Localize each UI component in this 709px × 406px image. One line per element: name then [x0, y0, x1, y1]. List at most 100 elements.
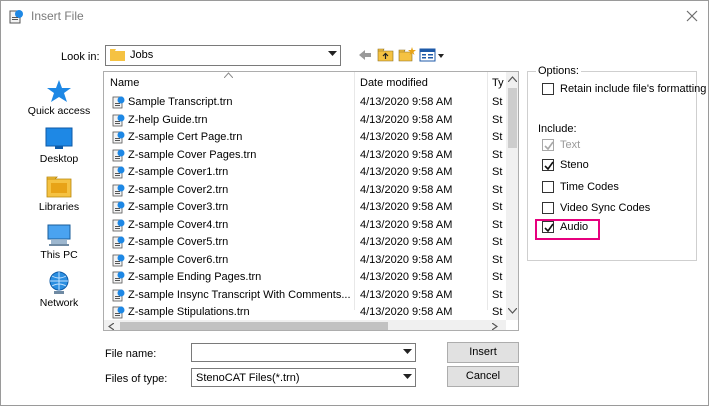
scroll-up-icon[interactable] [508, 76, 517, 82]
file-row[interactable]: Z-sample Cover2.trn 4/13/2020 9:58 AM St [104, 182, 506, 200]
file-name: Z-sample Cover3.trn [128, 201, 229, 213]
place-desktop[interactable]: Desktop [21, 127, 97, 165]
transcript-file-icon [112, 201, 125, 214]
transcript-file-icon [112, 96, 125, 109]
libraries-icon [46, 176, 72, 198]
file-row[interactable]: Z-sample Stipulations.trn 4/13/2020 9:58 … [104, 304, 506, 320]
close-icon[interactable] [683, 7, 701, 25]
insert-file-dialog: Insert File Look in: Jobs Quick access D… [0, 0, 709, 406]
scroll-down-icon[interactable] [508, 308, 517, 314]
steno-label: Steno [560, 159, 589, 171]
transcript-file-icon [112, 166, 125, 179]
look-in-value: Jobs [130, 49, 154, 61]
column-header-date[interactable]: Date modified [360, 72, 428, 94]
vertical-scrollbar[interactable] [506, 72, 518, 320]
file-date: 4/13/2020 9:58 AM [360, 131, 453, 143]
place-quick-access[interactable]: Quick access [21, 79, 97, 117]
file-type: St [492, 113, 503, 126]
retain-formatting-label: Retain include file's formatting [560, 83, 707, 95]
file-name: Z-sample Stipulations.trn [128, 306, 250, 318]
chevron-down-icon [403, 374, 412, 379]
file-type: St [492, 166, 503, 178]
up-folder-icon[interactable] [377, 46, 395, 64]
scroll-right-icon[interactable] [492, 323, 498, 330]
scroll-thumb[interactable] [120, 322, 388, 330]
time-codes-checkbox[interactable] [542, 181, 554, 193]
file-type: St [492, 306, 503, 318]
file-date: 4/13/2020 9:58 AM [360, 271, 453, 283]
file-type-value: StenoCAT Files(*.trn) [196, 372, 300, 384]
file-list[interactable]: Name Date modified Ty Sample Transcript.… [103, 71, 519, 331]
file-name: Z-sample Insync Transcript With Comments… [128, 288, 350, 301]
file-type: St [492, 288, 503, 301]
file-name: Z-sample Cover4.trn [128, 218, 229, 231]
file-date: 4/13/2020 9:58 AM [360, 96, 453, 108]
file-date: 4/13/2020 9:58 AM [360, 183, 453, 196]
file-type: St [492, 183, 503, 196]
file-date: 4/13/2020 9:58 AM [360, 113, 453, 126]
file-type: St [492, 96, 503, 108]
transcript-file-icon [112, 114, 125, 126]
place-network[interactable]: Network [21, 271, 97, 309]
video-sync-codes-checkbox[interactable] [542, 202, 554, 214]
transcript-file-icon [112, 131, 125, 144]
horizontal-scrollbar[interactable] [104, 320, 506, 330]
text-label: Text [560, 139, 581, 151]
file-date: 4/13/2020 9:58 AM [360, 306, 453, 318]
file-name: Z-sample Ending Pages.trn [128, 271, 262, 283]
file-date: 4/13/2020 9:58 AM [360, 253, 453, 266]
file-type-label: Files of type: [105, 373, 168, 385]
scroll-thumb[interactable] [508, 88, 517, 148]
desktop-icon [45, 127, 73, 149]
file-name: Z-help Guide.trn [128, 113, 208, 126]
file-name: Z-sample Cover2.trn [128, 183, 229, 196]
file-row[interactable]: Z-sample Insync Transcript With Comments… [104, 287, 506, 305]
file-type-dropdown[interactable]: StenoCAT Files(*.trn) [191, 368, 416, 387]
app-icon [9, 10, 23, 24]
file-date: 4/13/2020 9:58 AM [360, 236, 453, 248]
back-arrow-icon[interactable] [356, 46, 374, 64]
file-row[interactable]: Z-sample Cover4.trn 4/13/2020 9:58 AM St [104, 217, 506, 235]
place-this-pc[interactable]: This PC [21, 223, 97, 261]
video-sync-codes-label: Video Sync Codes [560, 202, 651, 214]
place-label: This PC [40, 249, 78, 261]
file-row[interactable]: Z-sample Cover6.trn 4/13/2020 9:58 AM St [104, 252, 506, 270]
file-row[interactable]: Z-sample Cover1.trn 4/13/2020 9:58 AM St [104, 164, 506, 182]
transcript-file-icon [112, 236, 125, 249]
cancel-button[interactable]: Cancel [447, 366, 519, 387]
column-header-type[interactable]: Ty [492, 72, 504, 94]
look-in-dropdown[interactable]: Jobs [105, 45, 341, 66]
file-row[interactable]: Z-sample Ending Pages.trn 4/13/2020 9:58 … [104, 269, 506, 287]
file-row[interactable]: Z-help Guide.trn 4/13/2020 9:58 AM St [104, 112, 506, 130]
file-name-input[interactable] [191, 343, 416, 362]
chevron-down-icon[interactable] [403, 349, 412, 355]
file-row[interactable]: Z-sample Cover5.trn 4/13/2020 9:58 AM St [104, 234, 506, 252]
text-checkbox [542, 139, 554, 151]
steno-checkbox[interactable] [542, 159, 554, 171]
column-header-name[interactable]: Name [110, 72, 139, 94]
file-row[interactable]: Sample Transcript.trn 4/13/2020 9:58 AM St [104, 94, 506, 112]
file-date: 4/13/2020 9:58 AM [360, 166, 453, 178]
file-name: Z-sample Cert Page.trn [128, 131, 243, 143]
file-row[interactable]: Z-sample Cover3.trn 4/13/2020 9:58 AM St [104, 199, 506, 217]
file-name: Z-sample Cover5.trn [128, 236, 229, 248]
transcript-file-icon [112, 219, 125, 231]
folder-icon [110, 49, 125, 61]
chevron-down-icon [328, 51, 337, 56]
insert-button[interactable]: Insert [447, 342, 519, 363]
file-date: 4/13/2020 9:58 AM [360, 148, 453, 161]
window-title: Insert File [31, 9, 84, 23]
new-folder-icon[interactable] [398, 46, 416, 64]
file-name-label: File name: [105, 348, 157, 360]
transcript-file-icon [112, 306, 125, 319]
scroll-left-icon[interactable] [108, 323, 114, 330]
view-menu-icon[interactable] [419, 46, 445, 64]
file-name: Z-sample Cover6.trn [128, 253, 229, 266]
file-date: 4/13/2020 9:58 AM [360, 201, 453, 213]
retain-formatting-checkbox[interactable] [542, 83, 554, 95]
file-type: St [492, 236, 503, 248]
transcript-file-icon [112, 184, 125, 196]
file-row[interactable]: Z-sample Cert Page.trn 4/13/2020 9:58 AM S… [104, 129, 506, 147]
file-row[interactable]: Z-sample Cover Pages.trn 4/13/2020 9:58 A… [104, 147, 506, 165]
place-libraries[interactable]: Libraries [21, 175, 97, 213]
